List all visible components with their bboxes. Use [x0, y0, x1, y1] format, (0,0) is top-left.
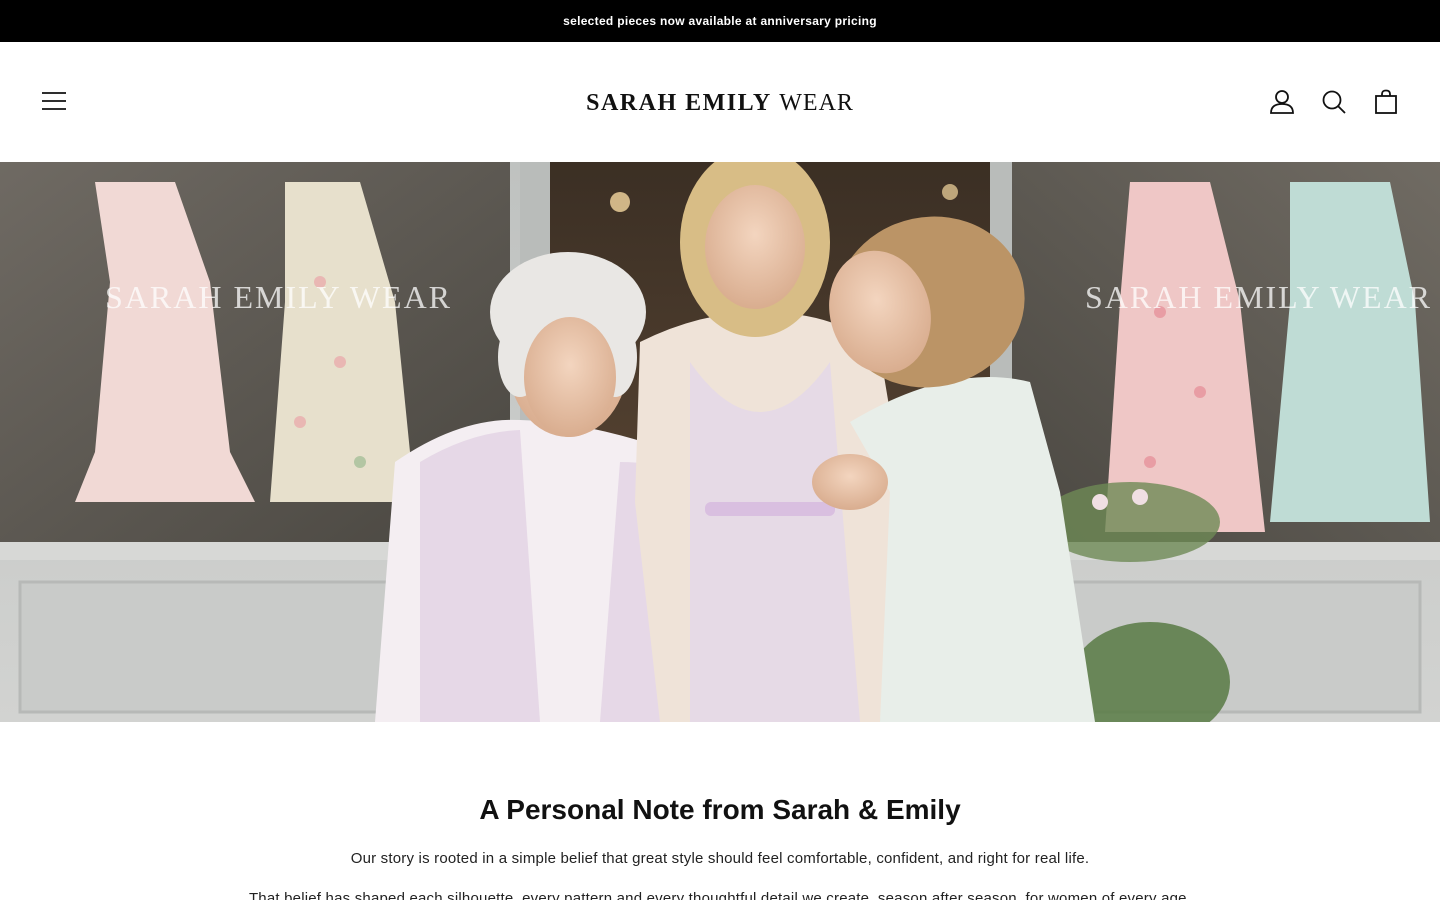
announcement-text: selected pieces now available at anniver… [563, 14, 877, 28]
account-icon[interactable] [1268, 88, 1296, 116]
personal-note-section: A Personal Note from Sarah & Emily Our s… [0, 722, 1440, 900]
logo-light: WEAR [779, 90, 854, 116]
hero-image: SARAH EMILY WEAR SARAH EMILY WEAR [0, 162, 1440, 722]
announcement-bar: selected pieces now available at anniver… [0, 0, 1440, 42]
logo-strong: SARAH EMILY [586, 90, 772, 116]
note-paragraph-2: That belief has shaped each silhouette, … [248, 890, 1192, 900]
cart-icon[interactable] [1372, 88, 1400, 116]
site-logo[interactable]: SARAH EMILY WEAR [0, 90, 1440, 117]
window-lettering-left: SARAH EMILY WEAR [105, 279, 452, 315]
note-title: A Personal Note from Sarah & Emily [479, 794, 961, 825]
search-icon[interactable] [1320, 88, 1348, 116]
site-header: SARAH EMILY WEAR [0, 42, 1440, 162]
window-lettering-right: SARAH EMILY WEAR [1085, 279, 1432, 315]
note-paragraph-1: Our story is rooted in a simple belief t… [350, 850, 1090, 867]
